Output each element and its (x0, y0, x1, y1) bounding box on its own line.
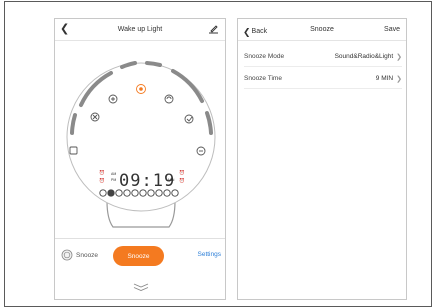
svg-text:⏰: ⏰ (99, 177, 105, 183)
back-chevron-icon[interactable]: ❮ (60, 23, 69, 35)
svg-text:⏰: ⏰ (99, 169, 105, 175)
page-title: Snooze (310, 26, 334, 33)
nav-bar: ❮ Back Snooze Save (238, 19, 406, 41)
row-label: Snooze Mode (244, 53, 285, 60)
page-title: Wake up Light (117, 26, 163, 33)
snooze-time-row[interactable]: Snooze Time 9 MIN ❯ (244, 69, 402, 89)
nav-bar: ❮ Wake up Light (55, 19, 225, 41)
snooze-mode-row[interactable]: Snooze Mode Sound&Radio&Light ❯ (244, 47, 402, 67)
svg-text:⏰: ⏰ (179, 177, 185, 183)
svg-text:AM: AM (111, 172, 116, 176)
back-label: Back (251, 28, 268, 35)
settings-link[interactable]: Settings (198, 251, 222, 258)
collapse-handle[interactable] (55, 272, 225, 299)
edit-icon[interactable] (207, 24, 219, 36)
clock-illustration: ⏰ ⏰ AM PM 09:19 MIN ⏰ ⏰ (55, 41, 225, 259)
snooze-icon (61, 249, 73, 261)
row-value: Sound&Radio&Light (334, 53, 394, 60)
snooze-label: Snooze (76, 251, 99, 259)
row-label: Snooze Time (244, 75, 282, 82)
double-chevron-down-icon (133, 283, 149, 291)
svg-text:⏰: ⏰ (179, 169, 185, 175)
back-chevron-icon: ❮ (243, 27, 251, 37)
row-value: 9 MIN (375, 75, 394, 82)
svg-text:09:19: 09:19 (119, 171, 175, 191)
svg-text:MIN: MIN (168, 178, 175, 182)
svg-text:PM: PM (111, 178, 116, 182)
wake-up-light-screen: ❮ Wake up Light ⏰ ⏰ AM PM 09:19 MIN ⏰ ⏰ … (54, 18, 226, 300)
snooze-settings-screen: ❮ Back Snooze Save Snooze Mode Sound&Rad… (237, 18, 407, 300)
snooze-toolbar: Snooze Snooze Settings (55, 238, 225, 272)
chevron-right-icon: ❯ (396, 53, 402, 61)
chevron-right-icon: ❯ (396, 75, 402, 83)
back-button[interactable]: ❮ Back (243, 26, 267, 38)
snooze-button[interactable]: Snooze (113, 246, 164, 266)
save-button[interactable]: Save (384, 26, 400, 33)
screenshot-frame: ❮ Wake up Light ⏰ ⏰ AM PM 09:19 MIN ⏰ ⏰ … (4, 1, 432, 307)
snooze-toggle[interactable]: Snooze (61, 249, 98, 261)
